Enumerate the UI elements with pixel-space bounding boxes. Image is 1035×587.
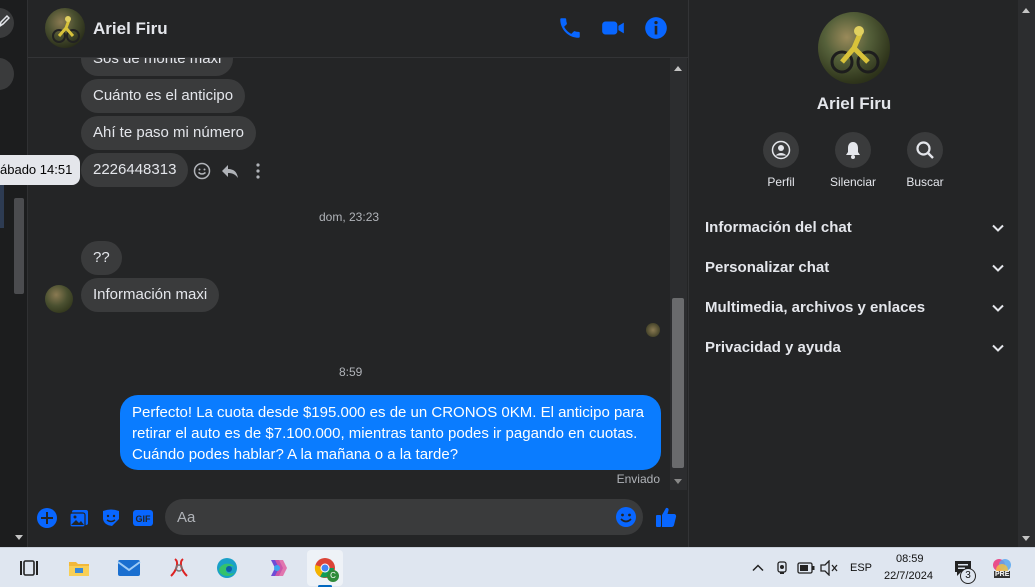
search-icon: [916, 141, 934, 159]
plus-icon[interactable]: [36, 507, 58, 529]
pre-badge: PRE: [994, 571, 1011, 578]
edit-icon[interactable]: [0, 8, 14, 38]
file-explorer-icon[interactable]: [67, 556, 91, 580]
profile-badge: C: [327, 570, 339, 582]
section-privacy-help[interactable]: Privacidad y ayuda: [705, 336, 1005, 360]
chevron-down-icon: [992, 344, 1004, 352]
svg-text:GIF: GIF: [136, 514, 152, 524]
profile-button[interactable]: Perfil: [741, 132, 821, 189]
time-separator: dom, 23:23: [319, 210, 380, 224]
search-button[interactable]: [0, 58, 14, 90]
message-bubble[interactable]: Información maxi: [81, 278, 220, 312]
chevron-down-icon: [992, 264, 1004, 272]
clock-date[interactable]: 22/7/2024: [884, 570, 933, 582]
reply-icon[interactable]: [221, 162, 239, 180]
message-bubble[interactable]: Ahí te paso mi número: [81, 116, 256, 150]
contact-avatar-small[interactable]: [45, 285, 73, 313]
read-receipt-avatar: [646, 323, 660, 337]
message-composer: GIF: [28, 490, 688, 547]
message-actions: [193, 160, 267, 182]
outgoing-message-bubble[interactable]: Perfecto! La cuota desde $195.000 es de …: [120, 395, 661, 470]
gif-icon[interactable]: GIF: [132, 507, 154, 529]
more-options-icon[interactable]: [249, 162, 267, 180]
edge-icon[interactable]: [215, 556, 239, 580]
scrollbar-thumb[interactable]: [672, 298, 684, 468]
search-label: Buscar: [906, 175, 944, 189]
copilot-pre-icon[interactable]: PRE: [990, 556, 1014, 580]
chevron-down-icon: [992, 304, 1004, 312]
windows-taskbar: C ESP 08:59 22/7/2024 3 PRE: [0, 547, 1035, 587]
message-bubble[interactable]: ??: [81, 241, 122, 275]
search-button[interactable]: Buscar: [885, 132, 965, 189]
message-bubble[interactable]: Sos de monte maxi: [81, 58, 234, 76]
message-bubble[interactable]: 2226448313: [81, 153, 189, 187]
message-input[interactable]: [165, 499, 643, 535]
window-scrollbar[interactable]: [1018, 0, 1035, 547]
contact-name[interactable]: Ariel Firu: [93, 19, 168, 39]
profile-label: Perfil: [767, 175, 795, 189]
section-label: Multimedia, archivos y enlaces: [705, 299, 926, 316]
video-call-icon[interactable]: [600, 15, 626, 41]
message-status: Enviado: [616, 472, 660, 486]
notification-count-badge: 3: [960, 568, 976, 584]
task-view-icon[interactable]: [17, 556, 41, 580]
scroll-down-arrow[interactable]: [674, 479, 682, 484]
phone-icon[interactable]: [557, 15, 583, 41]
mute-button[interactable]: Silenciar: [813, 132, 893, 189]
section-chat-info[interactable]: Información del chat: [705, 216, 1005, 240]
react-icon[interactable]: [193, 162, 211, 180]
message-thread: Sos de monte maxi Cuánto es el anticipo …: [28, 58, 670, 490]
chevron-down-icon: [992, 224, 1004, 232]
scroll-up-arrow[interactable]: [674, 66, 682, 71]
bell-icon: [846, 142, 860, 159]
conversation-list-scrollbar[interactable]: [14, 198, 24, 294]
scroll-down-arrow[interactable]: [15, 535, 23, 540]
timestamp-tooltip: ábado 14:51: [0, 155, 80, 185]
battery-icon[interactable]: [797, 561, 815, 575]
profile-icon: [771, 140, 791, 160]
location-icon[interactable]: [774, 560, 790, 576]
copilot-icon[interactable]: [265, 556, 289, 580]
chat-header: Ariel Firu: [28, 0, 688, 58]
app-window: ábado 14:51 Ariel Firu Sos de monte maxi: [0, 0, 1035, 587]
chat-details-panel: Ariel Firu Perfil Silenciar Buscar Infor…: [688, 0, 1018, 547]
mail-icon[interactable]: [117, 556, 141, 580]
section-customize-chat[interactable]: Personalizar chat: [705, 256, 1005, 280]
mute-label: Silenciar: [829, 175, 877, 189]
section-label: Información del chat: [705, 219, 852, 236]
section-label: Privacidad y ayuda: [705, 339, 841, 356]
message-bubble[interactable]: Cuánto es el anticipo: [81, 79, 246, 113]
profile-name: Ariel Firu: [816, 94, 892, 113]
emoji-icon[interactable]: [615, 506, 637, 528]
selected-conversation-indicator: [0, 180, 4, 228]
clock-time[interactable]: 08:59: [896, 553, 924, 565]
language-indicator[interactable]: ESP: [850, 562, 872, 574]
scroll-down-arrow[interactable]: [1022, 536, 1030, 541]
chat-scrollbar[interactable]: [670, 58, 687, 490]
snipping-tool-icon[interactable]: [167, 556, 191, 580]
section-media-files-links[interactable]: Multimedia, archivos y enlaces: [705, 296, 1005, 320]
gallery-icon[interactable]: [68, 507, 90, 529]
chrome-taskbar-button[interactable]: C: [307, 550, 343, 586]
info-icon[interactable]: [643, 15, 669, 41]
sticker-icon[interactable]: [100, 507, 122, 529]
contact-avatar[interactable]: [45, 8, 85, 48]
volume-muted-icon[interactable]: [820, 560, 838, 576]
conversation-list-edge: [0, 0, 28, 547]
time-separator: 8:59: [339, 365, 363, 379]
like-icon[interactable]: [654, 505, 678, 529]
chevron-up-icon[interactable]: [751, 561, 765, 575]
section-label: Personalizar chat: [705, 259, 830, 276]
profile-avatar[interactable]: [818, 12, 890, 84]
scroll-up-arrow[interactable]: [1022, 8, 1030, 13]
